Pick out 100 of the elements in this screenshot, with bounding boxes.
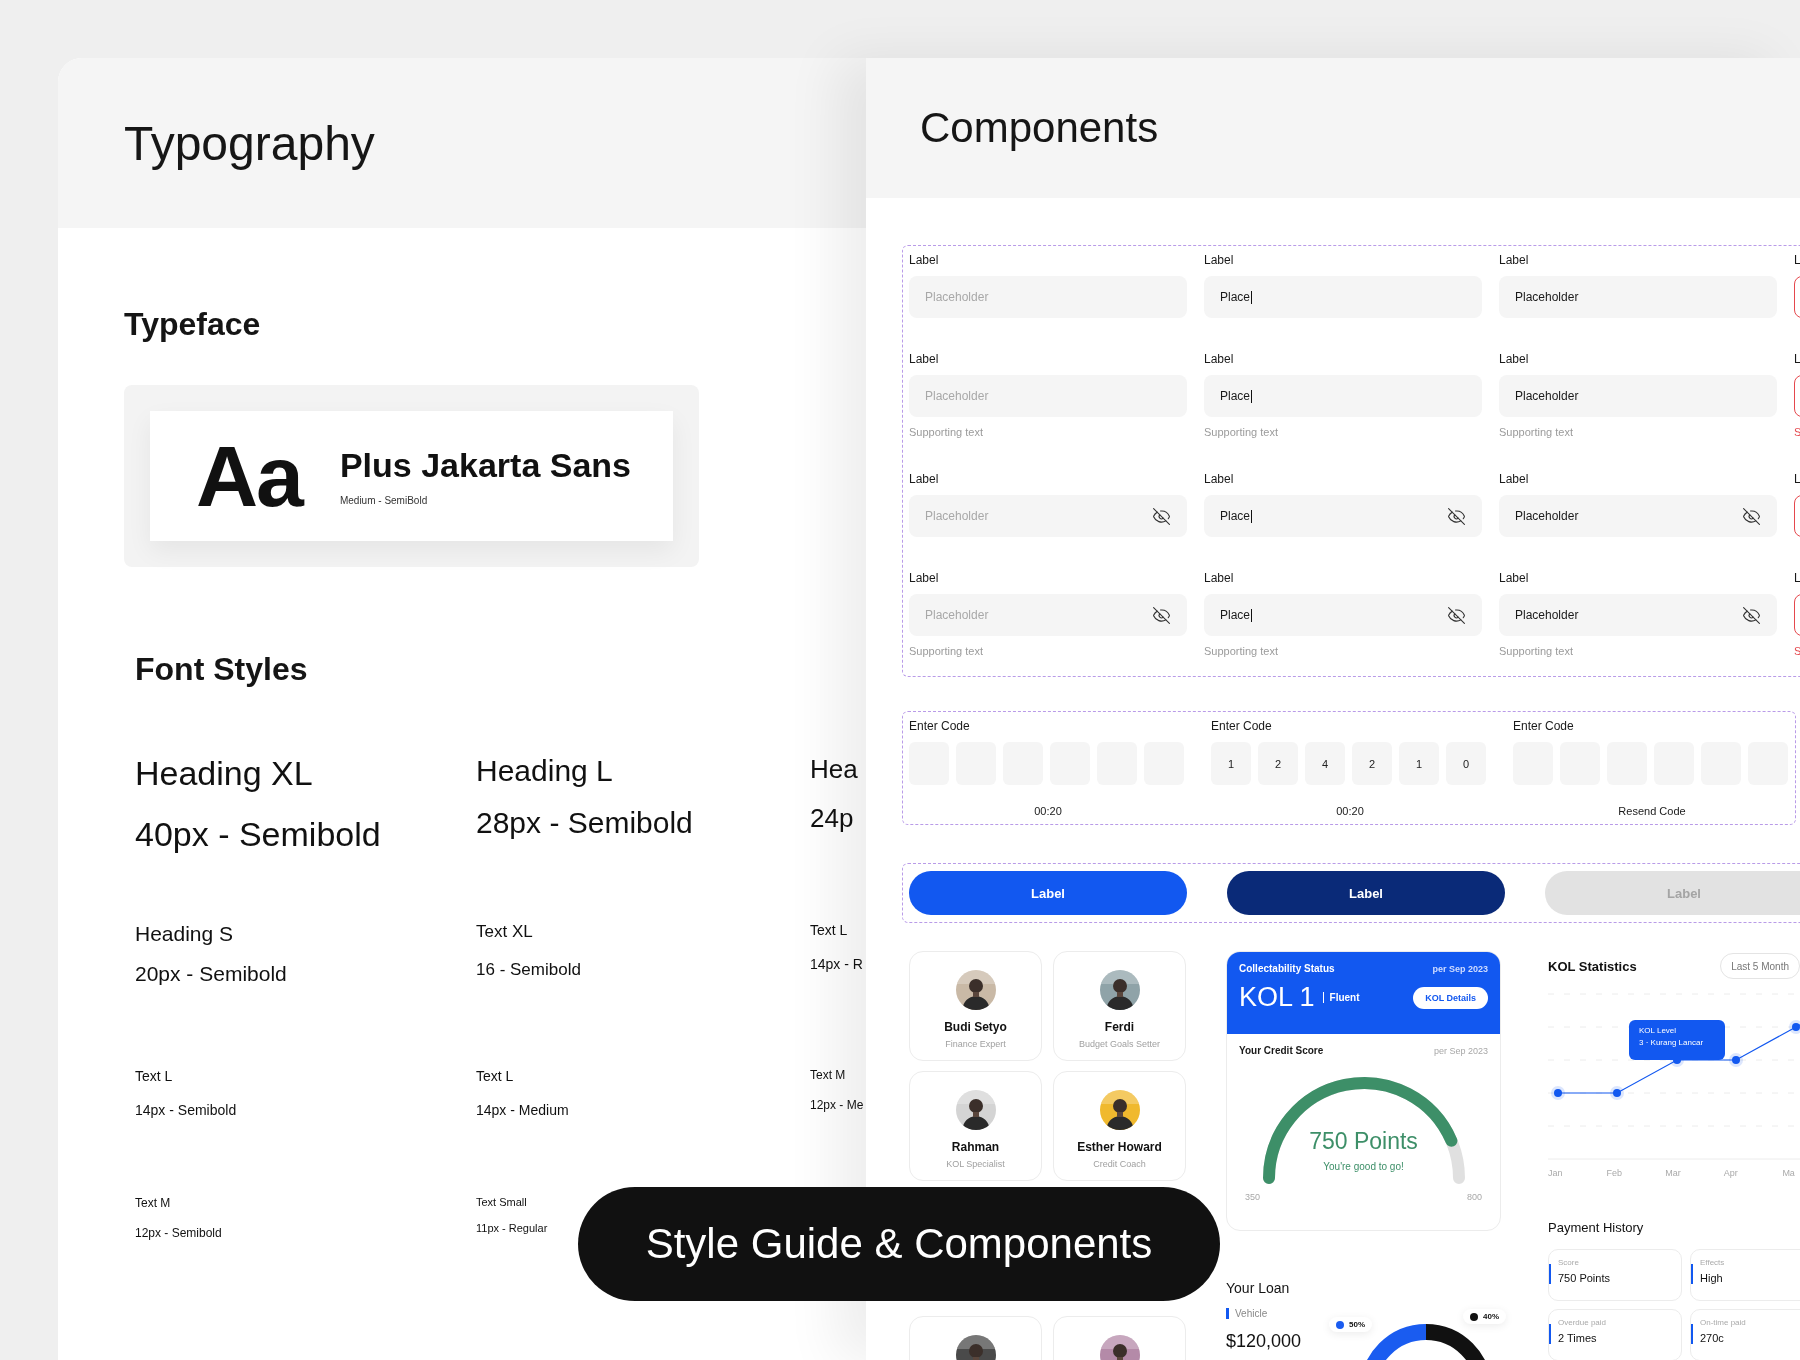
person-card[interactable]: Rahman KOL Specialist [909, 1071, 1042, 1181]
placeholder-text: Placeholder [925, 509, 989, 523]
data-point[interactable] [1610, 1086, 1624, 1100]
person-role: Budget Goals Setter [1078, 1039, 1161, 1049]
input-field[interactable]: Placeholder [1499, 375, 1777, 417]
stat-label: On-time paid [1700, 1318, 1747, 1327]
kol-status: Fluent [1322, 992, 1360, 1003]
scale-min: 350 [1245, 1192, 1261, 1202]
person-card[interactable]: Budi Setyo Finance Expert [909, 951, 1042, 1061]
field-label: Label [1204, 253, 1235, 267]
label-button[interactable]: Label [909, 871, 1187, 915]
panel-title: Components [920, 104, 1159, 152]
hide-password-icon[interactable] [1447, 605, 1466, 625]
placeholder-text: Placeholder [925, 290, 989, 304]
field-label: Label [909, 571, 940, 585]
hide-password-icon[interactable] [1152, 506, 1171, 526]
input-field[interactable]: Place [1204, 276, 1482, 318]
style-name: Hea [810, 754, 859, 785]
field-label: Label [1499, 571, 1530, 585]
field-label: Label [1499, 472, 1530, 486]
input-field[interactable]: Place [1204, 594, 1482, 636]
style-name: Heading S [135, 922, 235, 946]
style-name: Text L [135, 1068, 174, 1084]
style-name: Text M [810, 1068, 847, 1082]
resend-link[interactable]: Resend Code [1618, 805, 1686, 817]
code-digit[interactable]: 2 [1258, 742, 1298, 785]
input-field[interactable]: Placeholder [1499, 594, 1777, 636]
stats-title: KOL Statistics [1548, 958, 1637, 974]
style-spec: 20px - Semibold [135, 962, 288, 986]
code-digit[interactable]: 0 [1446, 742, 1486, 785]
field-label: L [1794, 352, 1800, 366]
supporting-text: Supporting text [909, 426, 984, 438]
banner-title: Style Guide & Components [645, 1220, 1153, 1268]
person-card[interactable]: Ferdi Budget Goals Setter [1053, 951, 1186, 1061]
field-label: Enter Code [1513, 719, 1575, 733]
style-spec: 14px - Medium [476, 1102, 570, 1118]
stat-label: Effects [1700, 1258, 1726, 1267]
field-value: Placeholder [1515, 509, 1579, 523]
data-point[interactable] [1789, 1020, 1800, 1034]
month-label: Feb [1606, 1168, 1624, 1178]
field-label: Enter Code [1211, 719, 1273, 733]
period-dropdown[interactable]: Last 5 Month [1720, 953, 1800, 979]
field-label: Label [1204, 472, 1235, 486]
person-name: Budi Setyo [944, 1020, 1007, 1034]
style-spec: 24p [810, 803, 855, 834]
field-value: Place [1220, 509, 1253, 523]
section-heading: Typeface [124, 306, 262, 343]
month-label: Mar [1665, 1168, 1682, 1178]
loan-title: Your Loan [1226, 1280, 1291, 1296]
data-point[interactable] [1551, 1086, 1565, 1100]
field-value: Placeholder [1515, 389, 1579, 403]
loan-category: Vehicle [1226, 1308, 1302, 1319]
countdown-timer: 00:20 [1034, 805, 1062, 817]
field-label: Label [1204, 571, 1235, 585]
hide-password-icon[interactable] [1742, 605, 1761, 625]
input-field[interactable]: Placeholder [1499, 495, 1777, 537]
field-label: L [1794, 472, 1800, 486]
stat-label: Score [1558, 1258, 1580, 1267]
code-digit[interactable]: 1 [1399, 742, 1439, 785]
field-label: L [1794, 253, 1800, 267]
style-name: Text L [476, 1068, 515, 1084]
supporting-text: Supporting text [909, 645, 984, 657]
field-label: L [1794, 571, 1800, 585]
person-role: Credit Coach [1093, 1159, 1146, 1169]
input-field[interactable]: Place [1204, 495, 1482, 537]
style-name: Text XL [476, 922, 534, 942]
field-value: Place [1220, 290, 1253, 304]
field-label: Label [1499, 253, 1530, 267]
style-spec: 11px - Regular [476, 1222, 549, 1234]
stat-label: Overdue paid [1558, 1318, 1608, 1327]
tooltip-title: KOL Level [1639, 1026, 1678, 1035]
style-spec: 28px - Semibold [476, 806, 694, 840]
person-card[interactable]: Esther Howard Credit Coach [1053, 1071, 1186, 1181]
stat-value: 270c [1700, 1332, 1725, 1344]
kol-details-button[interactable]: KOL Details [1413, 986, 1488, 1009]
field-label: Label [1499, 352, 1530, 366]
status-title: Collectability Status [1239, 963, 1335, 974]
hide-password-icon[interactable] [1447, 506, 1466, 526]
person-role: Finance Expert [945, 1039, 1006, 1049]
style-spec: 12px - Me [810, 1098, 865, 1112]
supporting-text: Supporting text [1499, 426, 1574, 438]
hide-password-icon[interactable] [1152, 605, 1171, 625]
status-date: per Sep 2023 [1432, 963, 1488, 974]
stat-value: High [1700, 1272, 1724, 1284]
month-label: Apr [1723, 1168, 1739, 1178]
typeface-name: Plus Jakarta Sans [339, 446, 631, 485]
scale-max: 800 [1466, 1192, 1482, 1202]
code-digit[interactable]: 1 [1211, 742, 1251, 785]
typeface-weights: Medium - SemiBold [339, 495, 429, 506]
label-button[interactable]: Label [1227, 871, 1505, 915]
code-digit[interactable]: 2 [1352, 742, 1392, 785]
hide-password-icon[interactable] [1742, 506, 1761, 526]
placeholder-text: Placeholder [925, 389, 989, 403]
code-digit[interactable]: 4 [1305, 742, 1345, 785]
input-field[interactable]: Place [1204, 375, 1482, 417]
field-value: Place [1220, 608, 1253, 622]
input-field[interactable]: Placeholder [1499, 276, 1777, 318]
style-name: Text L [810, 922, 849, 938]
data-point[interactable] [1729, 1053, 1743, 1067]
style-spec: 12px - Semibold [135, 1226, 223, 1240]
